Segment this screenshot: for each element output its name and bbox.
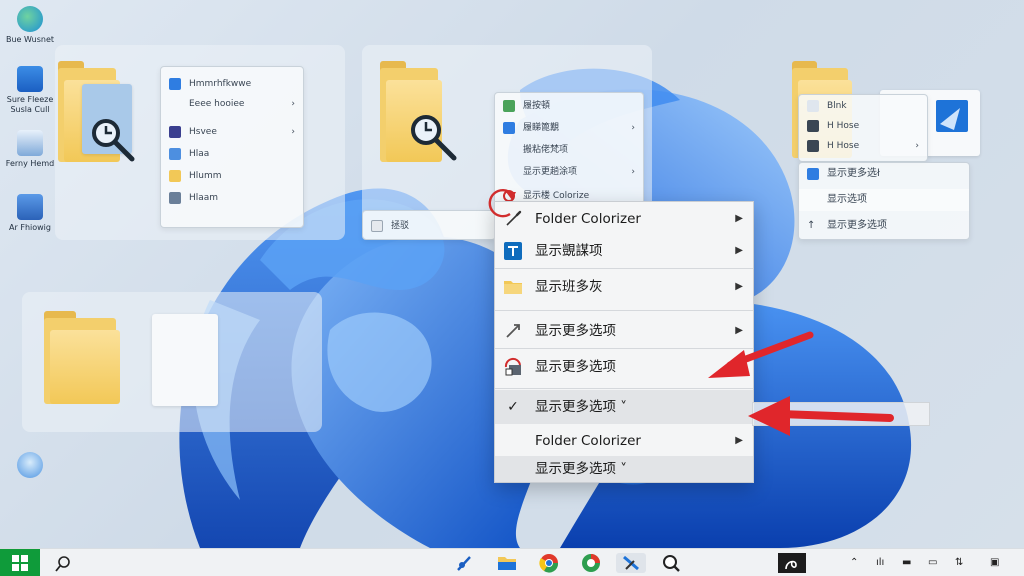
volume-icon[interactable]: ▭ [928, 556, 937, 570]
language-icon[interactable]: ⇅ [955, 556, 963, 570]
document-preview [152, 314, 218, 406]
taskbar-app-7[interactable] [778, 553, 806, 573]
taskbar-app-1[interactable] [454, 553, 476, 573]
ghost-menu-item: 拯驳 [363, 215, 495, 237]
magnifier-clock-icon [92, 119, 135, 162]
ghost-context-menu-4: Blnk H Hose H Hose › [798, 94, 928, 162]
menu-item-2[interactable]: 显示覬謀项 ▶ [495, 234, 753, 268]
cube-icon [504, 242, 522, 260]
taskbar-app-2[interactable] [496, 553, 518, 573]
chrome-icon [539, 554, 559, 573]
ghost-menu-item: 显示更多选ł [799, 163, 969, 185]
ghost-menu-item: Hlaam [161, 187, 303, 209]
magnifier-clock-icon [663, 555, 680, 572]
taskbar-app-6[interactable] [660, 553, 682, 573]
ghost-menu-item: Hlaa [161, 143, 303, 165]
search-icon[interactable] [54, 555, 72, 573]
folder-icon [504, 281, 522, 294]
ghost-context-menu-5: 显示更多选ł 显示选项 ↑ 显示更多选项 [798, 162, 970, 240]
network-tray-icon[interactable]: ılı [876, 556, 884, 570]
desktop-icon-label: Ferny Hemd [5, 159, 55, 168]
terminal-icon [785, 560, 797, 570]
file-explorer-icon [498, 557, 516, 570]
weather-icon [17, 452, 43, 478]
magnifier-clock-icon [411, 115, 457, 161]
menu-item-show-more-options[interactable]: 显示更多选项 ˅ [495, 456, 753, 482]
desktop-icon-2[interactable]: Sure Fleeze Susla Cull [2, 66, 58, 115]
pc-icon [17, 130, 43, 156]
desktop-icon-label: Sure Fleeze Susla Cull [6, 95, 54, 114]
ghost-menu-item: 显示选项 [799, 189, 969, 211]
ghost-menu-item: 履按頓 [495, 95, 643, 117]
battery-icon[interactable]: ▬ [902, 556, 911, 570]
taskbar: ⌃ ılı ▬ ▭ ⇅ ▣ [0, 548, 1024, 576]
folder-icon [44, 311, 120, 404]
ghost-menu-item: H Hose [799, 115, 927, 137]
chevron-up-icon[interactable]: ⌃ [850, 556, 858, 570]
ghost-menu-item: 履睇篦覯 › [495, 117, 643, 139]
network-icon [17, 194, 43, 220]
resize-arrow-icon [506, 324, 520, 338]
ghost-menu-item: ↑ 显示更多选项 [807, 220, 887, 231]
chevron-right-icon: ▶ [735, 213, 743, 224]
desktop-icon-label: Ar Fhiowig [9, 223, 51, 232]
ghost-menu-item: Hmmrhfkwwe [161, 73, 303, 95]
ghost-context-menu-1: Hmmrhfkwwe Eeee hooiee › Hsvee › Hlaa Hlum… [160, 66, 304, 228]
colorizer-badge-icon [504, 357, 521, 376]
chevron-right-icon: ▶ [735, 245, 743, 256]
ghost-context-menu-3: 拯驳 [362, 210, 496, 240]
windows-logo-icon [12, 555, 28, 571]
menu-separator [495, 310, 753, 311]
red-curved-arrow-icon [488, 189, 516, 218]
desktop-icon-4[interactable]: Ar Fhiowig [2, 194, 58, 233]
taskbar-app-4[interactable] [580, 553, 602, 573]
desktop-icon-label: Bue Wusnet [5, 35, 54, 44]
notification-icon[interactable]: ▣ [990, 556, 999, 570]
ghost-menu-item: Hsvee › [161, 121, 303, 143]
annotation-arrows [708, 331, 894, 436]
globe-icon [17, 6, 43, 32]
desktop-icon-1[interactable]: Bue Wusnet [2, 6, 58, 45]
desktop-icon-5[interactable] [2, 452, 58, 481]
desktop-icon-3[interactable]: Ferny Hemd [2, 130, 58, 169]
pen-tool-icon [457, 556, 471, 571]
menu-item-3[interactable]: 显示班多灰 ▶ [495, 270, 753, 304]
ghost-menu-item: Eeee hooiee › [189, 99, 295, 109]
ghost-menu-item: 搬粘佬梵项 [523, 145, 569, 155]
ghost-menu-item: 显示更趟涂项 › [523, 167, 635, 177]
checkmark-icon: ✓ [507, 399, 519, 415]
browser-icon [582, 554, 600, 572]
app-tile-icon [936, 100, 968, 132]
settings-app-icon [17, 66, 43, 92]
ghost-menu-item: H Hose › [799, 135, 927, 157]
start-button[interactable] [0, 549, 40, 576]
taskbar-app-5-active[interactable] [616, 553, 646, 573]
chevron-right-icon: ▶ [735, 281, 743, 292]
menu-item-folder-colorizer[interactable]: Folder Colorizer ▶ [495, 202, 753, 236]
taskbar-app-3[interactable] [538, 553, 560, 573]
colorizer-app-icon [623, 555, 639, 571]
ghost-menu-item: Hlumm [161, 165, 303, 187]
ghost-menu-item: Blnk [799, 95, 927, 117]
menu-separator [495, 268, 753, 269]
